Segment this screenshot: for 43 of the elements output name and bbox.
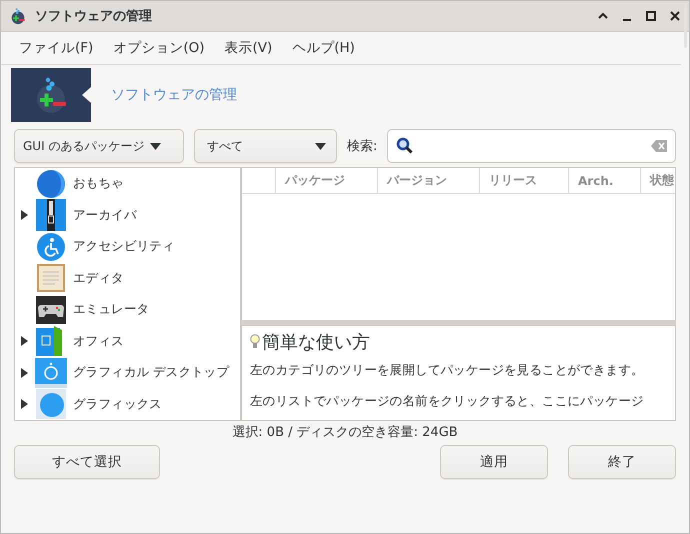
menu-item[interactable]: 表示(V) (214, 39, 282, 57)
description-heading: 簡単な使い方 (262, 331, 370, 354)
action-button[interactable]: すべて選択 (14, 445, 160, 479)
category-item[interactable]: エミュレータ (73, 301, 150, 318)
menu-item[interactable]: オプション(O) (103, 39, 214, 57)
category-item[interactable]: アクセシビリティ (73, 238, 175, 256)
notepad-icon (37, 264, 65, 292)
category-item[interactable]: おもちゃ (73, 175, 124, 192)
wheelchair-icon (36, 232, 66, 262)
description-text: 左のカテゴリのツリーを展開してパッケージを見ることができます。 (250, 362, 645, 379)
dropdown-arrow-icon (150, 142, 162, 150)
action-button[interactable]: 適用 (440, 445, 548, 479)
filter-dropdown[interactable]: すべて (194, 129, 337, 163)
category-item[interactable]: アーカイバ (73, 206, 137, 224)
menu-item[interactable]: ファイル(F) (9, 39, 104, 57)
ball-icon (36, 168, 66, 199)
category-item[interactable]: エディタ (73, 270, 124, 287)
search-field[interactable] (387, 129, 676, 163)
app-icon (9, 7, 27, 25)
zipper-icon (36, 199, 66, 232)
category-item[interactable]: グラフィックス (73, 396, 162, 413)
globe-icon (36, 389, 66, 420)
banner-title: ソフトウェアの管理 (111, 86, 237, 104)
category-item[interactable]: グラフィカル デスクトップ (73, 364, 230, 382)
gamepad-icon (36, 296, 66, 324)
expander-icon[interactable] (21, 399, 28, 410)
lightbulb-icon (250, 334, 260, 350)
expander-icon[interactable] (21, 336, 28, 346)
category-item[interactable]: オフィス (73, 332, 124, 350)
description-text: 左のリストでパッケージの名前をクリックすると、ここにパッケージ (250, 393, 645, 410)
close-icon[interactable] (669, 10, 681, 22)
status-text: 選択: 0B / ディスクの空き容量: 24GB (232, 425, 458, 440)
expander-icon[interactable] (21, 368, 28, 378)
search-label: 検索: (347, 138, 378, 155)
maximize-icon[interactable] (645, 10, 657, 22)
action-button[interactable]: 終了 (568, 445, 676, 479)
search-icon (396, 137, 414, 155)
monitor-icon (35, 358, 67, 388)
dropdown-arrow-icon (315, 142, 326, 150)
window-title: ソフトウェアの管理 (35, 8, 153, 25)
expander-icon[interactable] (21, 210, 28, 220)
filter-dropdown[interactable]: GUI のあるパッケージ (14, 129, 184, 163)
menu-item[interactable]: ヘルプ(H) (282, 39, 365, 57)
